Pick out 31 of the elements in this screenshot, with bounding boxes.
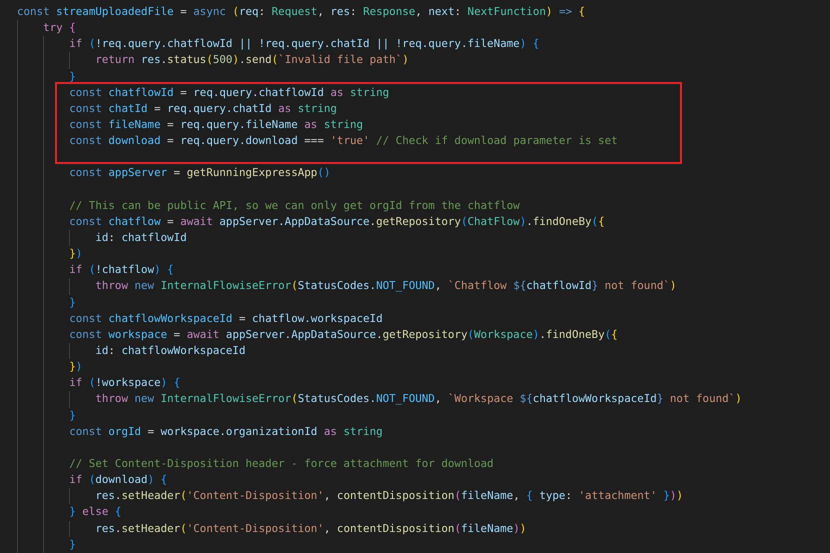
code-line: const chatflowId = req.query.chatflowId as string [69,84,390,101]
code-line: const chatId = req.query.chatId as string [69,100,337,117]
code-line: // Set Content-Disposition header - force attachment for download [69,456,494,472]
code-line: } [69,294,76,311]
code-line: const chatflow = await appServer.AppDataSource.getRepository(ChatFlow).findOneBy({ [69,214,605,230]
code-line: res.setHeader('Content-Disposition', contentDisposition(fileName)) [95,520,526,536]
code-line: throw new InternalFlowiseError(StatusCodes.NOT_FOUND, `Chatflow ${chatflowId} not found`) [95,278,676,294]
code-line: if (!req.query.chatflowId || !req.query.chatId || !req.query.fileName) { [69,36,540,52]
code-line: } [69,408,76,424]
code-line: const fileName = req.query.fileName as string [69,116,364,133]
code-line: const orgId = workspace.organizationId as string [69,424,383,440]
code-line: // This can be public API, so we can only get orgId from the chatflow [69,198,520,214]
code-line: if (!workspace) { [69,375,180,392]
code-line: } [69,536,76,553]
code-line: const streamUploadedFile = async (req: Request, res: Response, next: NextFunction) => { [17,4,586,20]
code-line: if (!chatflow) { [69,262,174,278]
code-line: const chatflowWorkspaceId = chatflow.workspaceId [69,310,383,327]
code-line: const download = req.query.download === 'true' // Check if download parameter is set [69,133,618,150]
code-line: }) [69,246,82,262]
code-line: throw new InternalFlowiseError(StatusCodes.NOT_FOUND, `Workspace ${chatflowWorkspaceId} not found`) [95,391,742,408]
code-line: } else { [69,504,122,520]
code-line: return res.status(500).send(`Invalid file path`) [95,52,409,68]
code-line: const workspace = await appServer.AppDataSource.getRepository(Workspace).findOneBy({ [69,326,618,343]
code-line: const appServer = getRunningExpressApp() [69,165,330,182]
code-line: res.setHeader('Content-Disposition', contentDisposition(fileName, { type: 'attachment' })) [95,488,683,504]
code-line: id: chatflowId [95,230,187,246]
code-line: if (download) { [69,472,168,488]
code-line: } [69,68,76,85]
code-line: try { [43,20,76,36]
code-line: id: chatflowWorkspaceId [95,342,246,359]
code-line: }) [69,359,82,376]
